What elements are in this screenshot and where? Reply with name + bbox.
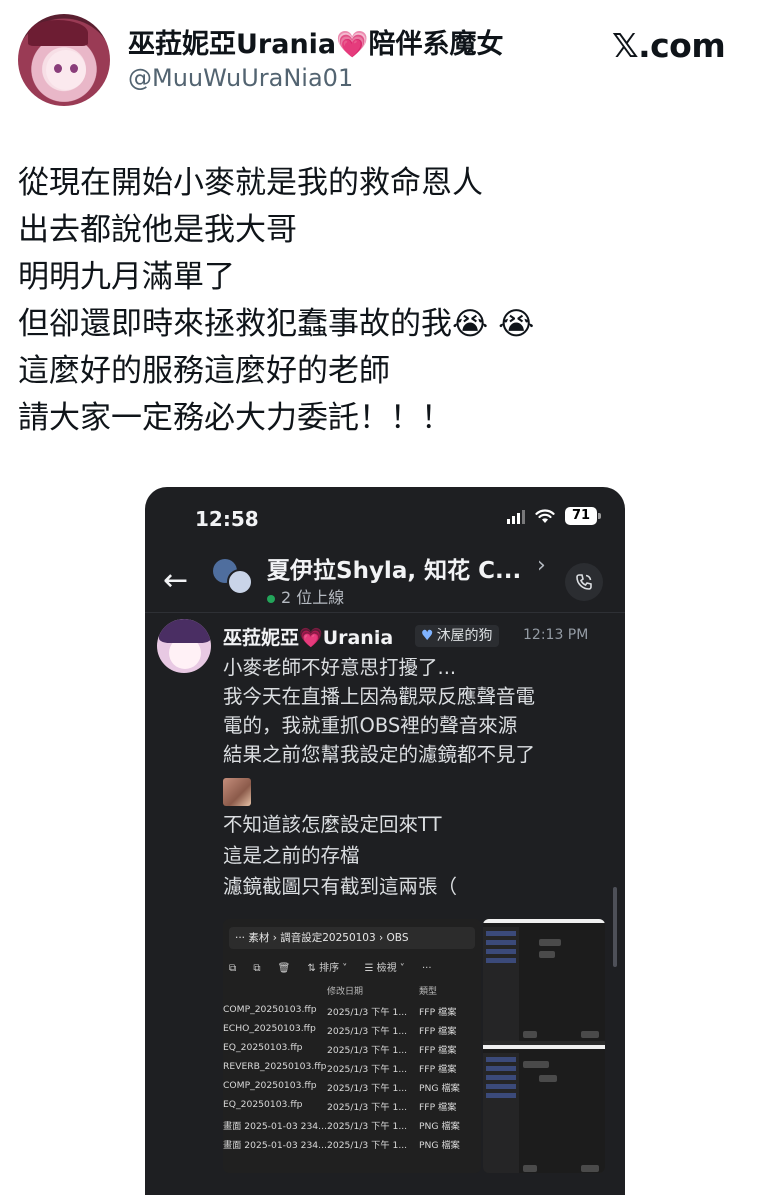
copy-icon: ⧉ xyxy=(229,963,237,974)
wifi-icon xyxy=(535,509,555,523)
file-row: 畫面 2025-01-03 234... 2025/1/3 下午 1... PNG … xyxy=(223,1140,460,1151)
tweet-text: 從現在開始小麥就是我的救命恩人 出去都說他是我大哥 明明九月滿單了 但卻還即時來… xyxy=(18,160,758,442)
server-tag[interactable]: ♥ 沐屋的狗 xyxy=(415,625,499,647)
message-line: 小麥老師不好意思打擾了... xyxy=(223,656,457,679)
avatar-hat xyxy=(159,619,211,643)
author-handle[interactable]: @MuuWuUraNia01 xyxy=(128,64,353,92)
sort-button: ⇅ 排序 ˅ xyxy=(307,963,348,974)
heart-icon: 💗 xyxy=(299,627,323,649)
server-tag-label: 沐屋的狗 xyxy=(436,628,493,644)
call-button[interactable] xyxy=(565,563,603,601)
filter-dialog-thumbnail xyxy=(483,919,605,1041)
message-line: 濾鏡截圖只有截到這兩張（ xyxy=(223,875,458,898)
online-dot-icon xyxy=(267,594,275,603)
header-divider xyxy=(145,612,625,613)
file-row: EQ_20250103.ffp 2025/1/3 下午 1... FFP 檔案 xyxy=(223,1099,457,1113)
tweet-line: 出去都說他是我大哥 xyxy=(18,212,297,248)
explorer-breadcrumb: ··· 素材 › 調音設定20250103 › OBS xyxy=(229,927,475,949)
tweet-line: 從現在開始小麥就是我的救命恩人 xyxy=(18,165,483,201)
tag-heart-icon: ♥ xyxy=(421,628,434,644)
message-line: 電的，我就重抓OBS裡的聲音來源 xyxy=(223,714,518,737)
file-row: REVERB_20250103.ffp 2025/1/3 下午 1... FFP 檔… xyxy=(223,1061,457,1075)
explorer-column-header: 修改日期 類型 xyxy=(223,981,481,999)
message-author-avatar[interactable] xyxy=(157,619,211,673)
file-row: EQ_20250103.ffp 2025/1/3 下午 1... FFP 檔案 xyxy=(223,1042,457,1056)
heart-icon: 💗 xyxy=(336,30,369,60)
message-line: 這是之前的存檔 xyxy=(223,844,360,867)
battery-icon: 71 xyxy=(565,507,601,525)
group-avatars xyxy=(213,555,255,597)
column-date: 修改日期 xyxy=(327,987,364,997)
view-button: ☰ 檢視 ˅ xyxy=(364,963,405,974)
author-name-suffix: 陪伴系魔女 xyxy=(368,29,504,60)
online-status: 2 位上線 xyxy=(267,584,344,608)
phone-call-icon xyxy=(576,574,592,590)
message-line: 結果之前您幫我設定的濾鏡都不見了 xyxy=(223,743,536,766)
avatar-face xyxy=(46,50,86,90)
attached-screenshot[interactable]: 12:58 71 ← 夏伊拉Shyla, 知花 C... › 2 位上線 巫菈妮… xyxy=(145,487,625,1195)
message-text: 小麥老師不好意思打擾了... 我今天在直播上因為觀眾反應聲音電 電的，我就重抓O… xyxy=(223,653,615,769)
column-type: 類型 xyxy=(419,987,438,997)
author-avatar[interactable] xyxy=(18,14,110,106)
explorer-toolbar: ⧉ ⧉ 🗑 ⇅ 排序 ˅ ☰ 檢視 ˅ ··· xyxy=(229,959,446,974)
message-author-suffix: Urania xyxy=(322,627,394,649)
custom-emoji-icon xyxy=(223,778,251,806)
message-author-name: 巫菈妮亞 xyxy=(223,627,300,649)
message-line: 不知道該怎麼設定回來TT xyxy=(223,813,442,836)
share-icon: ⧉ xyxy=(253,963,261,974)
file-row: 畫面 2025-01-03 234... 2025/1/3 下午 1... PNG … xyxy=(223,1121,460,1132)
author-name-text: 巫菈妮亞Urania xyxy=(128,29,337,60)
tweet-line: 但卻還即時來拯救犯蠢事故的我😭 😭 xyxy=(18,306,535,342)
avatar-eye xyxy=(70,64,78,73)
channel-title[interactable]: 夏伊拉Shyla, 知花 C... xyxy=(267,551,521,585)
status-icons: 71 xyxy=(507,507,601,525)
image-attachment-explorer[interactable]: ··· 素材 › 調音設定20250103 › OBS ⧉ ⧉ 🗑 ⇅ 排序 ˅… xyxy=(223,919,481,1173)
x-logo: 𝕏.com xyxy=(612,26,726,65)
tweet-line: 這麼好的服務這麼好的老師 xyxy=(18,353,390,389)
tweet-line: 明明九月滿單了 xyxy=(18,259,235,295)
message-text: 不知道該怎麼設定回來TT 這是之前的存檔 濾鏡截圖只有截到這兩張（ xyxy=(223,809,457,902)
status-time: 12:58 xyxy=(195,507,259,531)
message-author[interactable]: 巫菈妮亞💗Urania xyxy=(223,623,393,650)
image-attachment-filters[interactable] xyxy=(483,919,605,1173)
chevron-right-icon[interactable]: › xyxy=(537,553,546,578)
file-row: COMP_20250103.ffp 2025/1/3 下午 1... FFP 檔案 xyxy=(223,1004,457,1018)
back-arrow-icon[interactable]: ← xyxy=(163,563,188,598)
signal-icon xyxy=(507,508,525,524)
avatar-eye xyxy=(54,64,62,73)
filter-dialog-thumbnail xyxy=(483,1045,605,1173)
scrollbar[interactable] xyxy=(613,887,617,967)
avatar-hat xyxy=(28,20,88,46)
member-avatar xyxy=(227,569,253,595)
message-line: 我今天在直播上因為觀眾反應聲音電 xyxy=(223,685,536,708)
tweet-line: 請大家一定務必大力委託！！！ xyxy=(18,400,452,436)
message-timestamp: 12:13 PM xyxy=(523,627,589,643)
online-count: 2 位上線 xyxy=(281,588,345,607)
trash-icon: 🗑 xyxy=(277,963,291,974)
file-row: ECHO_20250103.ffp 2025/1/3 下午 1... FFP 檔案 xyxy=(223,1023,457,1037)
more-icon: ··· xyxy=(422,963,432,974)
author-name[interactable]: 巫菈妮亞Urania💗陪伴系魔女 xyxy=(128,22,504,61)
file-row: COMP_20250103.ffp 2025/1/3 下午 1... PNG 檔案 xyxy=(223,1080,460,1094)
